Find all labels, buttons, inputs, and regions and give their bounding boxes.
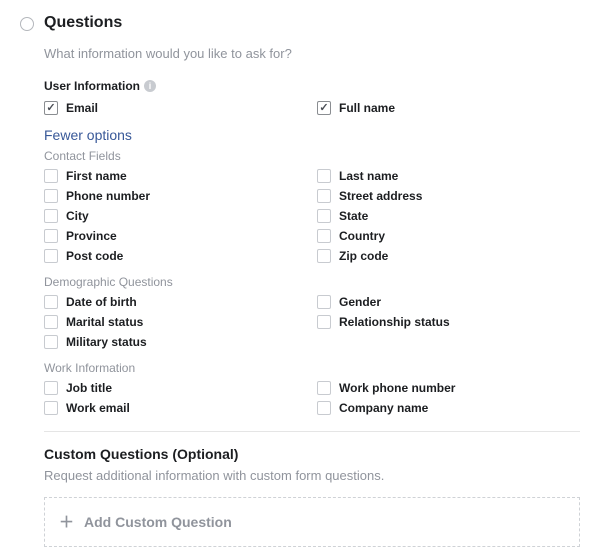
option-state[interactable]: State: [317, 209, 580, 223]
checkbox-date-of-birth[interactable]: [44, 295, 58, 309]
checkbox-zip-code[interactable]: [317, 249, 331, 263]
checkbox-label: Phone number: [66, 189, 150, 203]
checkbox-label: Street address: [339, 189, 422, 203]
checkbox-label: Work email: [66, 401, 130, 415]
checkbox-work-phone-number[interactable]: [317, 381, 331, 395]
checkbox-label: City: [66, 209, 89, 223]
checkbox-work-email[interactable]: [44, 401, 58, 415]
checkbox-label: Last name: [339, 169, 398, 183]
option-city[interactable]: City: [44, 209, 307, 223]
work-information-label: Work Information: [44, 361, 580, 375]
checkbox-first-name[interactable]: [44, 169, 58, 183]
option-military-status[interactable]: Military status: [44, 335, 307, 349]
checkbox-gender[interactable]: [317, 295, 331, 309]
page-subtitle: What information would you like to ask f…: [44, 46, 580, 61]
checkbox-label: First name: [66, 169, 127, 183]
demographic-questions-label: Demographic Questions: [44, 275, 580, 289]
checkbox-label: Province: [66, 229, 117, 243]
checkbox-email[interactable]: [44, 101, 58, 115]
checkbox-full-name[interactable]: [317, 101, 331, 115]
fewer-options-link[interactable]: Fewer options: [44, 127, 580, 143]
checkbox-label: Post code: [66, 249, 123, 263]
option-gender[interactable]: Gender: [317, 295, 580, 309]
option-post-code[interactable]: Post code: [44, 249, 307, 263]
checkbox-military-status[interactable]: [44, 335, 58, 349]
option-street-address[interactable]: Street address: [317, 189, 580, 203]
checkbox-company-name[interactable]: [317, 401, 331, 415]
checkbox-city[interactable]: [44, 209, 58, 223]
checkbox-province[interactable]: [44, 229, 58, 243]
contact-fields-label: Contact Fields: [44, 149, 580, 163]
custom-questions-title: Custom Questions (Optional): [44, 446, 580, 462]
checkbox-job-title[interactable]: [44, 381, 58, 395]
option-date-of-birth[interactable]: Date of birth: [44, 295, 307, 309]
checkbox-state[interactable]: [317, 209, 331, 223]
checkbox-label: Date of birth: [66, 295, 137, 309]
option-job-title[interactable]: Job title: [44, 381, 307, 395]
option-work-email[interactable]: Work email: [44, 401, 307, 415]
checkbox-label: State: [339, 209, 368, 223]
checkbox-label: Job title: [66, 381, 112, 395]
option-first-name[interactable]: First name: [44, 169, 307, 183]
option-province[interactable]: Province: [44, 229, 307, 243]
option-email[interactable]: Email: [44, 101, 307, 115]
user-information-label: User Information i: [44, 79, 580, 93]
checkbox-phone-number[interactable]: [44, 189, 58, 203]
checkbox-label: Country: [339, 229, 385, 243]
checkbox-marital-status[interactable]: [44, 315, 58, 329]
custom-questions-subtitle: Request additional information with cust…: [44, 468, 580, 483]
option-marital-status[interactable]: Marital status: [44, 315, 307, 329]
checkbox-label: Work phone number: [339, 381, 455, 395]
page-title: Questions: [44, 14, 122, 32]
option-country[interactable]: Country: [317, 229, 580, 243]
checkbox-label: Zip code: [339, 249, 388, 263]
plus-icon: ＋: [59, 515, 74, 530]
section-divider: [44, 431, 580, 432]
checkbox-last-name[interactable]: [317, 169, 331, 183]
option-full-name[interactable]: Full name: [317, 101, 580, 115]
checkbox-label: Relationship status: [339, 315, 450, 329]
checkbox-country[interactable]: [317, 229, 331, 243]
checkbox-street-address[interactable]: [317, 189, 331, 203]
option-relationship-status[interactable]: Relationship status: [317, 315, 580, 329]
info-icon[interactable]: i: [144, 80, 156, 92]
checkbox-label: Marital status: [66, 315, 143, 329]
option-zip-code[interactable]: Zip code: [317, 249, 580, 263]
checkbox-post-code[interactable]: [44, 249, 58, 263]
checkbox-label: Gender: [339, 295, 381, 309]
option-company-name[interactable]: Company name: [317, 401, 580, 415]
option-work-phone-number[interactable]: Work phone number: [317, 381, 580, 395]
option-last-name[interactable]: Last name: [317, 169, 580, 183]
checkbox-label: Company name: [339, 401, 428, 415]
checkbox-relationship-status[interactable]: [317, 315, 331, 329]
option-phone-number[interactable]: Phone number: [44, 189, 307, 203]
add-custom-question-button[interactable]: ＋ Add Custom Question: [44, 497, 580, 547]
checkbox-label: Military status: [66, 335, 147, 349]
questions-section-radio[interactable]: [20, 17, 34, 31]
